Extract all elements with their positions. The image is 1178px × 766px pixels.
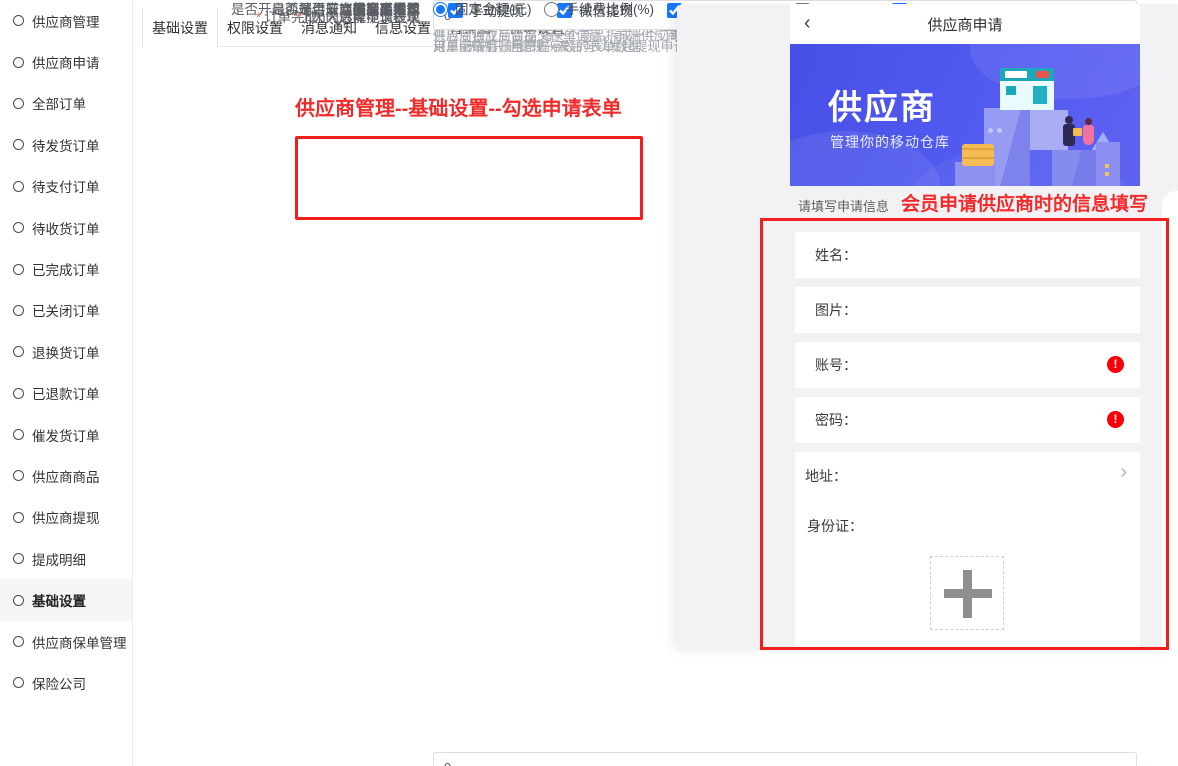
required-alert-icon: ! — [1107, 411, 1124, 428]
sidebar-item-label: 已退款订单 — [32, 383, 100, 403]
banner-title: 供应商 — [828, 80, 936, 129]
sidebar-item-policy-manage[interactable]: 供应商保单管理 — [0, 621, 132, 662]
banner-subtitle: 管理你的移动仓库 — [830, 132, 950, 152]
annotation-note2: 会员申请供应商时的信息填写 — [901, 189, 1148, 216]
cube-shape — [1052, 150, 1096, 186]
mobile-header: ‹ 供应商申请 — [790, 4, 1140, 44]
sidebar-item-basic-settings[interactable]: 基础设置 — [0, 579, 132, 620]
mobile-field-label: 图片： — [795, 287, 1140, 333]
circle-icon — [13, 181, 24, 192]
sidebar-item-label: 供应商申请 — [32, 52, 100, 72]
sidebar-item-label: 供应商管理 — [32, 11, 100, 31]
sidebar-item-all-orders[interactable]: 全部订单 — [0, 83, 132, 124]
sidebar-item-label: 供应商提现 — [32, 507, 100, 527]
circle-icon — [13, 305, 24, 316]
sidebar-item-to-receive-orders[interactable]: 待收货订单 — [0, 207, 132, 248]
circle-icon — [13, 346, 24, 357]
sidebar-item-return-orders[interactable]: 退换货订单 — [0, 331, 132, 372]
supplier-settings-page: 供应商管理 供应商申请 全部订单 待发货订单 待支付订单 待收货订单 已完成订单… — [0, 0, 1178, 766]
sidebar-item-label: 基础设置 — [32, 590, 86, 610]
sidebar-item-label: 退换货订单 — [32, 342, 100, 362]
circle-icon — [13, 470, 24, 481]
sidebar-item-label: 待支付订单 — [32, 176, 100, 196]
sidebar-item-supplier-apply[interactable]: 供应商申请 — [0, 41, 132, 82]
circle-icon — [13, 636, 24, 647]
mobile-field-name[interactable]: 姓名： — [795, 232, 1140, 278]
sidebar-item-supplier-withdraw[interactable]: 供应商提现 — [0, 497, 132, 538]
sidebar-item-commission-detail[interactable]: 提成明细 — [0, 538, 132, 579]
mobile-field-label: 姓名： — [795, 232, 1140, 278]
sidebar-item-supplier-goods[interactable]: 供应商商品 — [0, 455, 132, 496]
people-illustration — [1062, 116, 1096, 152]
field-label: 提现手续费 — [133, 0, 420, 19]
red-highlight-box-form-select — [295, 136, 643, 220]
sidebar-item-insurance-company[interactable]: 保险公司 — [0, 662, 132, 703]
plus-icon — [963, 570, 972, 618]
sidebar-item-supplier-manage[interactable]: 供应商管理 — [0, 0, 132, 41]
mobile-field-password[interactable]: 密码： ! — [795, 397, 1140, 443]
sidebar-item-label: 供应商商品 — [32, 466, 100, 486]
sidebar-item-label: 已完成订单 — [32, 259, 100, 279]
storefront-icon — [1000, 68, 1054, 110]
radio-fee-percent[interactable]: 手续费比例(%) — [544, 0, 655, 19]
required-alert-icon: ! — [1107, 356, 1124, 373]
sidebar-item-label: 催发货订单 — [32, 425, 100, 445]
sidebar: 供应商管理 供应商申请 全部订单 待发货订单 待支付订单 待收货订单 已完成订单… — [0, 0, 133, 766]
mobile-field-label: 地址： — [805, 466, 847, 486]
radio-fee-fixed[interactable]: 固定金额(元) — [433, 0, 532, 19]
radio-input[interactable] — [544, 2, 559, 17]
radio-input[interactable] — [433, 2, 448, 17]
mobile-page-title: 供应商申请 — [927, 14, 1002, 35]
sidebar-item-urge-ship-orders[interactable]: 催发货订单 — [0, 414, 132, 455]
circle-icon — [13, 222, 24, 233]
sidebar-item-closed-orders[interactable]: 已关闭订单 — [0, 290, 132, 331]
form-row-withdraw-fee: 提现手续费 固定金额(元) 手续费比例(%) — [133, 0, 654, 19]
mobile-banner: 供应商 管理你的移动仓库 — [790, 44, 1140, 186]
cube-shape — [1096, 142, 1120, 186]
annotation-note1: 供应商管理--基础设置--勾选申请表单 — [295, 92, 622, 121]
circle-icon — [13, 264, 24, 275]
mobile-field-label: 身份证： — [807, 516, 863, 536]
circle-icon — [13, 512, 24, 523]
mobile-field-image[interactable]: 图片： — [795, 287, 1140, 333]
circle-icon — [13, 553, 24, 564]
circle-icon — [13, 677, 24, 688]
sidebar-item-completed-orders[interactable]: 已完成订单 — [0, 248, 132, 289]
circle-icon — [13, 139, 24, 150]
mobile-field-account[interactable]: 账号： ! — [795, 342, 1140, 388]
background-panel-corner — [1162, 191, 1178, 650]
sidebar-item-label: 供应商保单管理 — [32, 632, 127, 652]
back-icon[interactable]: ‹ — [804, 12, 811, 34]
sidebar-item-refunded-orders[interactable]: 已退款订单 — [0, 373, 132, 414]
apply-section-title: 请填写申请信息 — [798, 196, 889, 215]
mobile-preview-panel: ‹ 供应商申请 供应商 管理你的移动仓库 请填写申请信息 会员申请供应商时的信息… — [677, 4, 1178, 650]
withdraw-fee-input[interactable] — [433, 752, 1137, 766]
sidebar-item-label: 保险公司 — [32, 673, 86, 693]
mobile-field-address-idcard: 地址： › 身份证： — [795, 452, 1140, 648]
circle-icon — [13, 15, 24, 26]
sidebar-item-label: 全部订单 — [32, 93, 86, 113]
circle-icon — [13, 388, 24, 399]
sidebar-item-to-pay-orders[interactable]: 待支付订单 — [0, 166, 132, 207]
cloud-shape — [970, 44, 1140, 99]
upload-image-button[interactable] — [930, 556, 1004, 630]
sidebar-item-label: 待收货订单 — [32, 218, 100, 238]
sidebar-item-label: 已关闭订单 — [32, 300, 100, 320]
sidebar-item-label: 提成明细 — [32, 549, 86, 569]
circle-icon — [13, 98, 24, 109]
mobile-field-label: 账号： — [795, 342, 1140, 388]
mobile-field-label: 密码： — [795, 397, 1140, 443]
circle-icon — [13, 429, 24, 440]
circle-icon — [13, 595, 24, 606]
circle-icon — [13, 57, 24, 68]
gold-boxes-icon — [962, 144, 994, 166]
chevron-right-icon[interactable]: › — [1120, 461, 1127, 484]
sidebar-item-label: 待发货订单 — [32, 135, 100, 155]
sidebar-item-to-ship-orders[interactable]: 待发货订单 — [0, 124, 132, 165]
